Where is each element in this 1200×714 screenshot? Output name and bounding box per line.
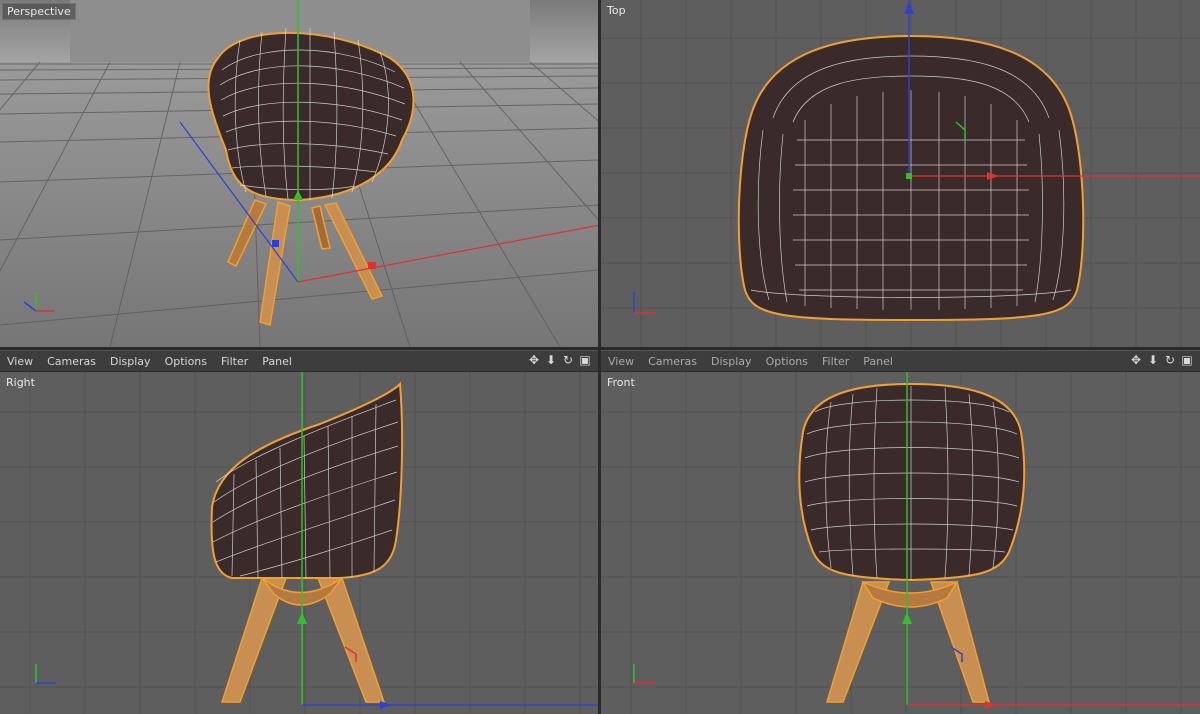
rotate-view-icon[interactable]: ↻ xyxy=(1163,353,1177,367)
viewport-menubar-right: View Cameras Display Options Filter Pane… xyxy=(601,350,1200,372)
viewport-perspective[interactable]: Perspective xyxy=(0,0,598,347)
viewport-title[interactable]: Right xyxy=(2,375,39,390)
viewport-front[interactable]: Front xyxy=(601,372,1200,714)
menu-view[interactable]: View xyxy=(0,355,40,368)
move-view-icon[interactable]: ✥ xyxy=(527,353,541,367)
menu-options[interactable]: Options xyxy=(158,355,214,368)
viewport-top[interactable]: Top xyxy=(601,0,1200,347)
menu-cameras[interactable]: Cameras xyxy=(40,355,103,368)
front-scene xyxy=(601,372,1200,714)
menu-panel[interactable]: Panel xyxy=(856,355,900,368)
menu-view[interactable]: View xyxy=(601,355,641,368)
viewport-menubar-left: View Cameras Display Options Filter Pane… xyxy=(0,350,598,372)
move-view-icon[interactable]: ✥ xyxy=(1129,353,1143,367)
top-scene xyxy=(601,0,1200,347)
menu-display[interactable]: Display xyxy=(704,355,759,368)
viewport-title[interactable]: Perspective xyxy=(2,3,76,20)
toggle-view-icon[interactable]: ▣ xyxy=(1180,353,1194,367)
chair-shell xyxy=(210,381,404,579)
viewport-right[interactable]: Right xyxy=(0,372,598,714)
right-scene xyxy=(0,372,598,714)
view-nav-icons: ✥ ⬇ ↻ ▣ xyxy=(527,353,592,367)
axis-gizmo xyxy=(633,664,656,684)
menu-display[interactable]: Display xyxy=(103,355,158,368)
menu-panel[interactable]: Panel xyxy=(255,355,299,368)
perspective-scene xyxy=(0,0,598,347)
dolly-view-icon[interactable]: ⬇ xyxy=(1146,353,1160,367)
menu-options[interactable]: Options xyxy=(759,355,815,368)
axis-gizmo xyxy=(35,664,56,684)
toggle-view-icon[interactable]: ▣ xyxy=(578,353,592,367)
dolly-view-icon[interactable]: ⬇ xyxy=(544,353,558,367)
viewport-title[interactable]: Front xyxy=(603,375,639,390)
axis-gizmo xyxy=(633,292,656,314)
rotate-view-icon[interactable]: ↻ xyxy=(561,353,575,367)
menu-filter[interactable]: Filter xyxy=(214,355,255,368)
menu-filter[interactable]: Filter xyxy=(815,355,856,368)
view-nav-icons: ✥ ⬇ ↻ ▣ xyxy=(1129,353,1194,367)
viewport-title[interactable]: Top xyxy=(603,3,630,18)
menu-cameras[interactable]: Cameras xyxy=(641,355,704,368)
four-view-layout: Perspective Top View Cameras Display Opt… xyxy=(0,0,1200,714)
